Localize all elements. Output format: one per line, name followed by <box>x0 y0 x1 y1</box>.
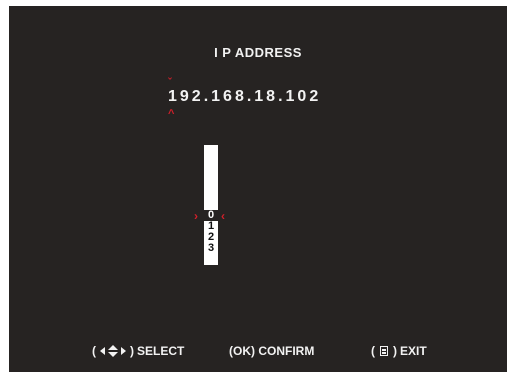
ip-address-title: I P ADDRESS <box>214 45 302 60</box>
selection-marker-left-icon: › <box>194 209 198 223</box>
exit-label: EXIT <box>400 344 427 358</box>
select-paren-close: ) <box>130 344 134 358</box>
select-hint: ( ) SELECT <box>89 344 184 358</box>
selection-marker-right-icon: ‹ <box>221 209 225 223</box>
osd-screen: I P ADDRESS ˇ 192.168.18.102 ^ › 0 1 2 3… <box>9 6 507 372</box>
arrows-left-up-down-right-icon <box>99 345 127 357</box>
select-paren-open: ( <box>92 344 96 358</box>
value-down-indicator-icon: ^ <box>168 108 175 120</box>
confirm-hint: (OK) CONFIRM <box>229 344 314 358</box>
digit-option-3[interactable]: 3 <box>203 243 219 254</box>
menu-icon <box>380 346 388 356</box>
ip-address-value[interactable]: 192.168.18.102 <box>168 88 321 106</box>
select-label: SELECT <box>137 344 185 358</box>
confirm-label: (OK) CONFIRM <box>229 344 315 358</box>
exit-paren-open: ( <box>371 344 375 358</box>
digit-list[interactable]: 0 1 2 3 <box>203 210 219 254</box>
exit-hint: ( ) EXIT <box>368 344 427 358</box>
exit-paren-close: ) <box>393 344 397 358</box>
